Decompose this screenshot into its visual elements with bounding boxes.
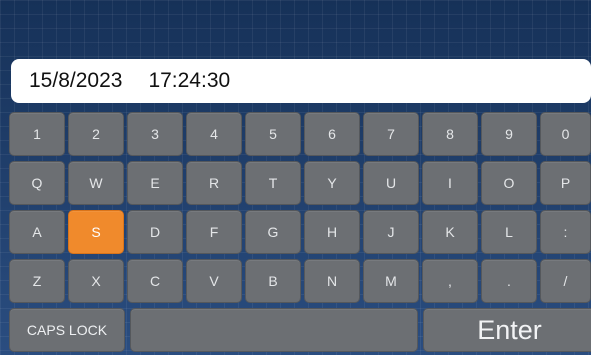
key-r[interactable]: R	[186, 161, 242, 205]
key-a[interactable]: A	[9, 210, 65, 254]
key-u[interactable]: U	[363, 161, 419, 205]
key-z[interactable]: Z	[9, 259, 65, 303]
key-0[interactable]: 0	[540, 112, 591, 156]
key-l[interactable]: L	[481, 210, 537, 254]
key-s-highlighted[interactable]: S	[68, 210, 124, 254]
key-6[interactable]: 6	[304, 112, 360, 156]
key-k[interactable]: K	[422, 210, 478, 254]
key-f[interactable]: F	[186, 210, 242, 254]
key-g[interactable]: G	[245, 210, 301, 254]
caps-lock-key[interactable]: CAPS LOCK	[9, 308, 125, 352]
key-n[interactable]: N	[304, 259, 360, 303]
key-2[interactable]: 2	[68, 112, 124, 156]
datetime-display: 15/8/2023 17:24:30	[11, 59, 591, 103]
key-b[interactable]: B	[245, 259, 301, 303]
key-j[interactable]: J	[363, 210, 419, 254]
key-q[interactable]: Q	[9, 161, 65, 205]
key-5[interactable]: 5	[245, 112, 301, 156]
key-c[interactable]: C	[127, 259, 183, 303]
key-period[interactable]: .	[481, 259, 537, 303]
date-text: 15/8/2023	[29, 69, 123, 92]
key-y[interactable]: Y	[304, 161, 360, 205]
key-colon[interactable]: :	[540, 210, 591, 254]
time-text: 17:24:30	[148, 69, 231, 92]
key-v[interactable]: V	[186, 259, 242, 303]
key-8[interactable]: 8	[422, 112, 478, 156]
key-comma[interactable]: ,	[422, 259, 478, 303]
key-7[interactable]: 7	[363, 112, 419, 156]
key-i[interactable]: I	[422, 161, 478, 205]
key-slash[interactable]: /	[540, 259, 591, 303]
key-m[interactable]: M	[363, 259, 419, 303]
key-o[interactable]: O	[481, 161, 537, 205]
key-t[interactable]: T	[245, 161, 301, 205]
key-4[interactable]: 4	[186, 112, 242, 156]
key-w[interactable]: W	[68, 161, 124, 205]
key-e[interactable]: E	[127, 161, 183, 205]
key-3[interactable]: 3	[127, 112, 183, 156]
enter-key[interactable]: Enter	[423, 308, 591, 352]
space-key[interactable]	[130, 308, 418, 352]
key-p[interactable]: P	[540, 161, 591, 205]
on-screen-keyboard: 1 2 3 4 5 6 7 8 9 0 Q W E R T Y U I O P …	[9, 112, 591, 355]
keyboard-screen: 15/8/2023 17:24:30 1 2 3 4 5 6 7 8 9 0 Q…	[0, 0, 591, 355]
key-d[interactable]: D	[127, 210, 183, 254]
key-x[interactable]: X	[68, 259, 124, 303]
key-9[interactable]: 9	[481, 112, 537, 156]
key-h[interactable]: H	[304, 210, 360, 254]
key-1[interactable]: 1	[9, 112, 65, 156]
